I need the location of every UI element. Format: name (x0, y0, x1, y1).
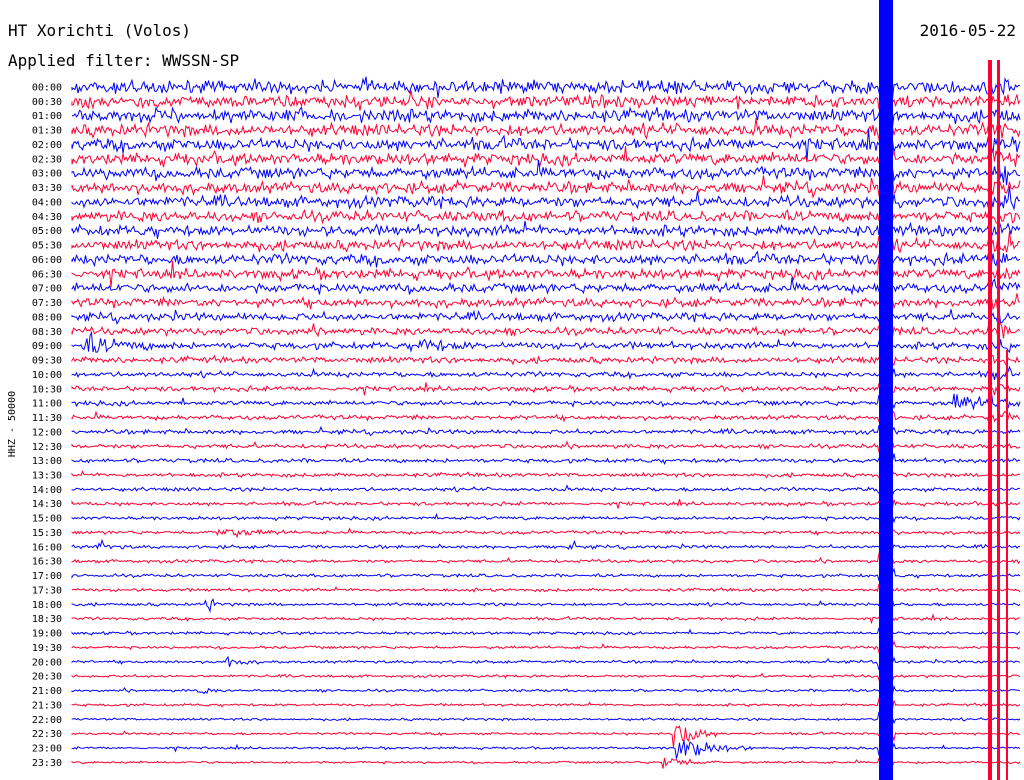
y-tick-label: 21:30 (32, 700, 62, 711)
y-tick-label: 08:00 (32, 312, 62, 323)
y-tick-label: 04:30 (32, 212, 62, 223)
y-tick-label: 13:00 (32, 456, 62, 467)
y-tick-label: 18:00 (32, 600, 62, 611)
y-tick-label: 10:00 (32, 370, 62, 381)
y-tick-label: 15:00 (32, 514, 62, 525)
y-tick-label: 09:00 (32, 341, 62, 352)
y-tick-label: 17:00 (32, 571, 62, 582)
y-tick-label: 02:00 (32, 140, 62, 151)
y-tick-label: 03:00 (32, 169, 62, 180)
y-tick-label: 21:00 (32, 686, 62, 697)
y-tick-label: 09:30 (32, 356, 62, 367)
y-tick-label: 04:00 (32, 198, 62, 209)
y-tick-label: 05:00 (32, 226, 62, 237)
y-tick-label: 07:00 (32, 284, 62, 295)
saturation-line-1 (997, 60, 1000, 780)
y-tick-label: 22:30 (32, 729, 62, 740)
y-tick-label: 11:30 (32, 413, 62, 424)
y-tick-label: 02:30 (32, 154, 62, 165)
saturation-line-0 (988, 60, 992, 780)
y-tick-label: 23:30 (32, 758, 62, 769)
saturated-band (879, 0, 893, 780)
chart-date: 2016-05-22 (920, 21, 1016, 40)
y-tick-label: 20:00 (32, 657, 62, 668)
y-tick-label: 16:00 (32, 542, 62, 553)
helicorder-plot: HT Xorichti (Volos) Applied filter: WWSS… (0, 0, 1024, 780)
y-tick-label: 08:30 (32, 327, 62, 338)
y-tick-label: 13:30 (32, 471, 62, 482)
y-tick-label: 17:30 (32, 586, 62, 597)
y-tick-label: 22:00 (32, 715, 62, 726)
chart-title: HT Xorichti (Volos) (8, 21, 191, 40)
chart-subtitle: Applied filter: WWSSN-SP (8, 51, 239, 70)
saturation-line-2 (1006, 350, 1008, 780)
y-tick-label: 06:30 (32, 269, 62, 280)
y-tick-label: 19:00 (32, 629, 62, 640)
y-tick-label: 10:30 (32, 384, 62, 395)
y-tick-label: 19:30 (32, 643, 62, 654)
y-tick-label: 03:30 (32, 183, 62, 194)
y-tick-label: 07:30 (32, 298, 62, 309)
y-tick-label: 14:30 (32, 499, 62, 510)
y-tick-label: 18:30 (32, 614, 62, 625)
y-tick-label: 00:00 (32, 83, 62, 94)
y-tick-label: 11:00 (32, 399, 62, 410)
y-tick-label: 12:00 (32, 427, 62, 438)
y-tick-label: 16:30 (32, 557, 62, 568)
y-tick-label: 01:00 (32, 111, 62, 122)
y-tick-label: 01:30 (32, 126, 62, 137)
y-tick-label: 06:00 (32, 255, 62, 266)
y-tick-label: 00:30 (32, 97, 62, 108)
y-axis-label: HHZ - 50000 (7, 391, 18, 457)
y-tick-label: 15:30 (32, 528, 62, 539)
y-tick-label: 23:00 (32, 744, 62, 755)
y-tick-label: 14:00 (32, 485, 62, 496)
y-tick-label: 20:30 (32, 672, 62, 683)
y-tick-label: 05:30 (32, 241, 62, 252)
y-tick-label: 12:30 (32, 442, 62, 453)
